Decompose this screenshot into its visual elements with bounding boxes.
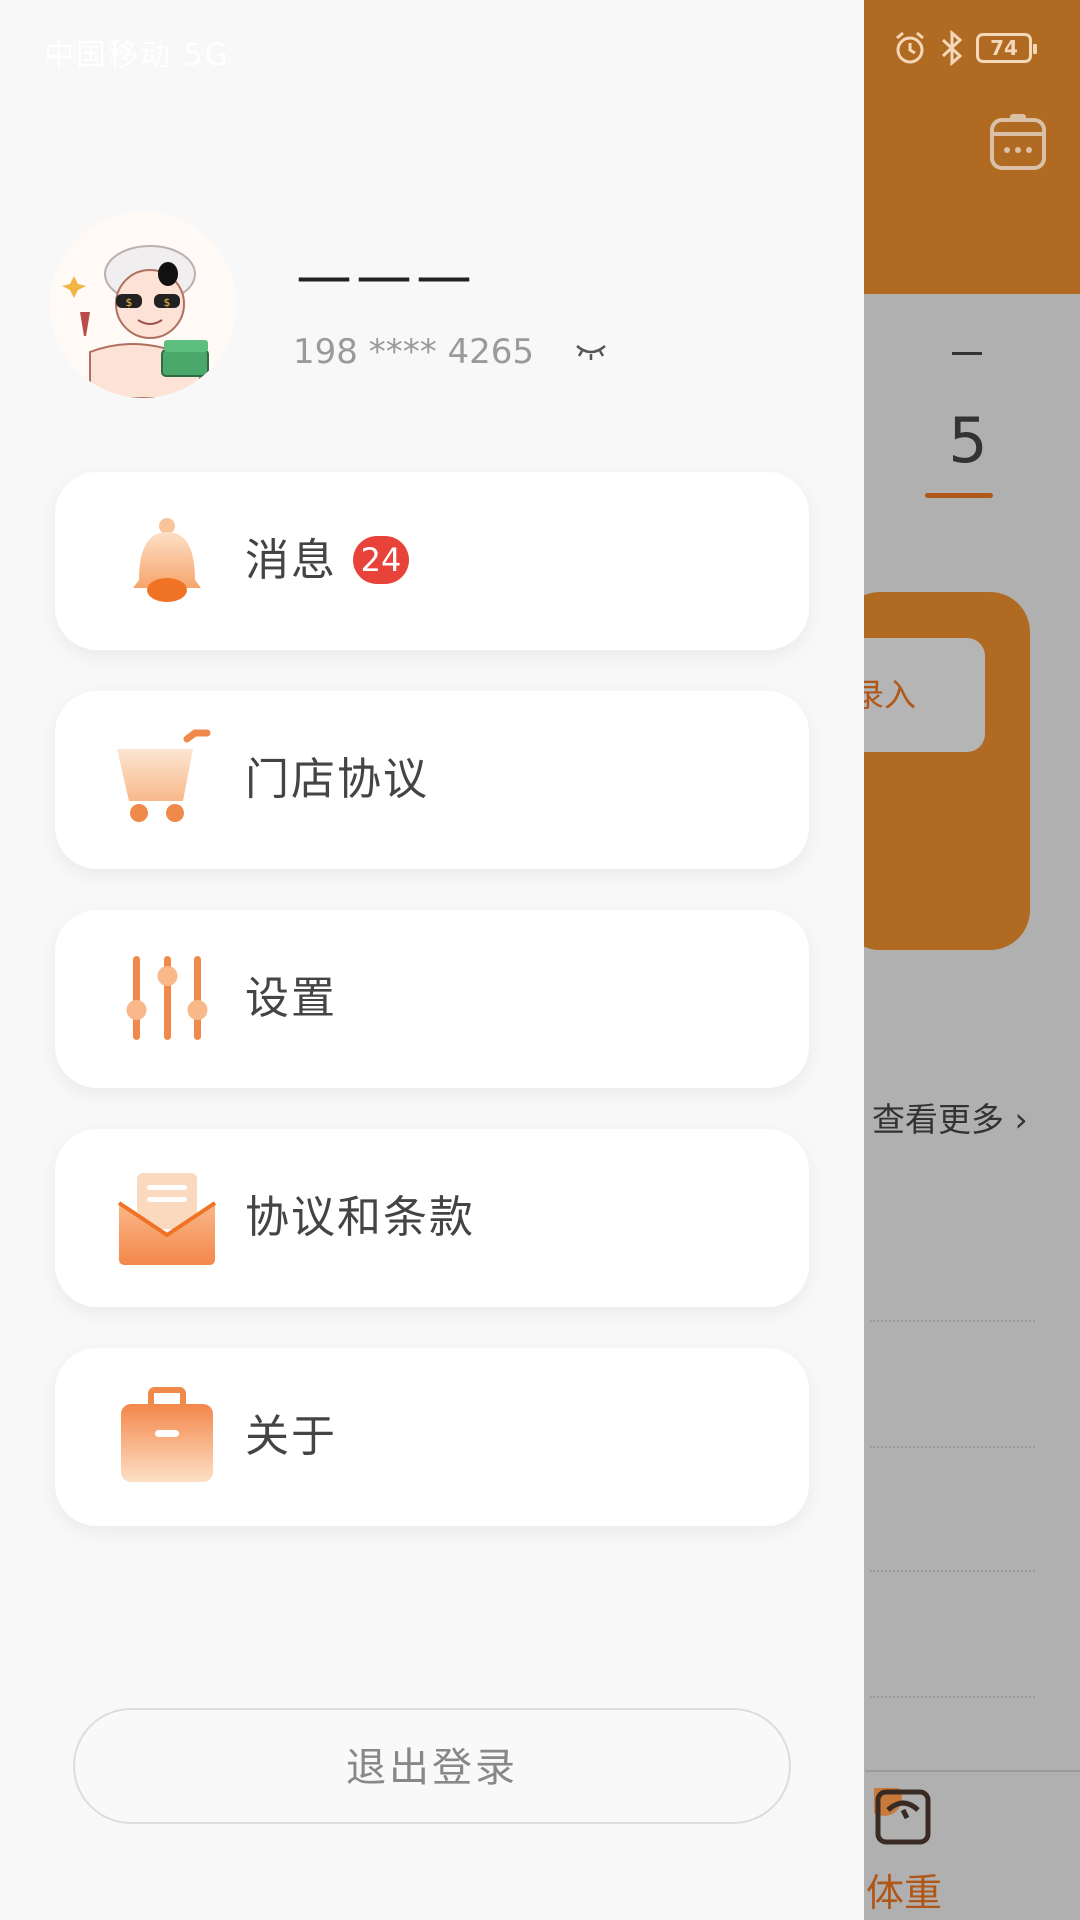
sliders-icon	[126, 956, 208, 1040]
bluetooth-icon	[941, 30, 963, 66]
menu-item-terms[interactable]: 协议和条款	[55, 1129, 809, 1307]
logout-button[interactable]: 退出登录	[73, 1708, 791, 1824]
phone-number: 198 **** 4265	[293, 332, 535, 372]
menu-item-label: 消息	[245, 535, 337, 586]
more-link[interactable]: 查看更多 ›	[872, 1093, 1028, 1141]
nav-weight-label[interactable]: 体重	[866, 1862, 942, 1917]
divider	[870, 1696, 1035, 1698]
username: ———	[296, 244, 476, 309]
bell-icon	[133, 518, 201, 602]
menu-item-label: 关于	[245, 1411, 337, 1462]
carrier-label: 中国移动 5G	[44, 38, 230, 73]
svg-text:$: $	[126, 296, 133, 309]
divider	[870, 1570, 1035, 1572]
svg-text:$: $	[164, 296, 171, 309]
eye-closed-icon[interactable]	[574, 340, 608, 364]
menu-item-messages[interactable]: 消息 24	[55, 472, 809, 650]
alarm-icon	[896, 31, 924, 64]
date-number[interactable]: 5	[925, 404, 1011, 477]
menu-item-label: 门店协议	[245, 754, 429, 805]
divider	[870, 1446, 1035, 1448]
menu-item-settings[interactable]: 设置	[55, 910, 809, 1088]
date-dash	[952, 352, 982, 355]
mail-icon	[117, 1173, 217, 1265]
briefcase-icon	[121, 1387, 213, 1482]
divider	[870, 1320, 1035, 1322]
menu-item-store-agreement[interactable]: 门店协议	[55, 691, 809, 869]
unread-badge: 24	[353, 536, 409, 584]
calendar-icon[interactable]	[988, 112, 1048, 172]
side-drawer: 中国移动 5G $ $ ——— 198 **** 4265 消息 24 门店协议…	[0, 0, 864, 1920]
status-icons: 74	[892, 30, 1037, 66]
battery-indicator: 74	[976, 33, 1037, 63]
menu-item-about[interactable]: 关于	[55, 1348, 809, 1526]
menu-item-label: 设置	[245, 973, 337, 1024]
avatar-illustration: $ $	[50, 212, 236, 398]
scale-icon[interactable]	[874, 1788, 934, 1848]
cart-icon	[117, 729, 211, 822]
date-selected-underline	[925, 493, 993, 498]
avatar[interactable]: $ $	[50, 212, 236, 398]
menu-item-label: 协议和条款	[245, 1192, 475, 1243]
bottom-nav-divider	[865, 1770, 1080, 1772]
